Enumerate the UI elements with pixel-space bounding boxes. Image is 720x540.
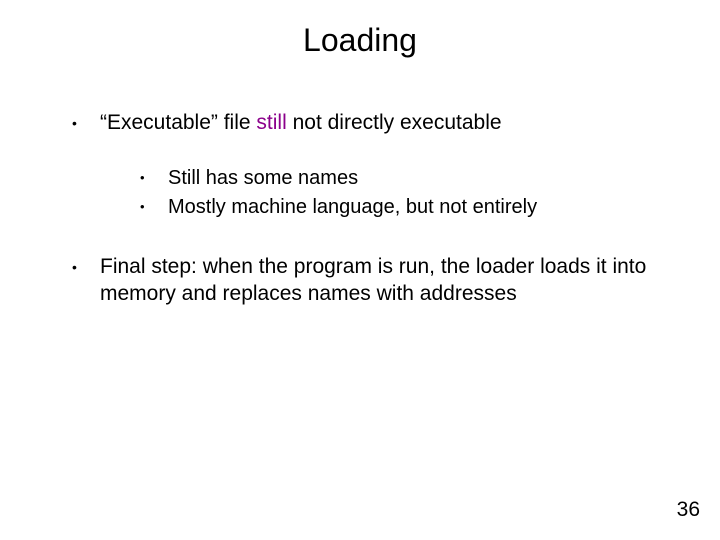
bullet-item-1: “Executable” file still not directly exe… (72, 110, 652, 220)
slide-title: Loading (0, 22, 720, 59)
page-number: 36 (677, 498, 700, 522)
slide: Loading “Executable” file still not dire… (0, 0, 720, 540)
bullet-list: “Executable” file still not directly exe… (72, 110, 652, 307)
slide-body: “Executable” file still not directly exe… (72, 110, 652, 341)
bullet-1-text-post: not directly executable (287, 111, 502, 134)
bullet-item-2: Final step: when the program is run, the… (72, 254, 652, 307)
sub-bullet-1: Still has some names (140, 166, 652, 191)
sub-bullet-list: Still has some names Mostly machine lang… (100, 166, 652, 220)
sub-bullet-2: Mostly machine language, but not entirel… (140, 195, 652, 220)
bullet-1-text-pre: “Executable” file (100, 111, 256, 134)
bullet-1-accent: still (256, 111, 286, 134)
